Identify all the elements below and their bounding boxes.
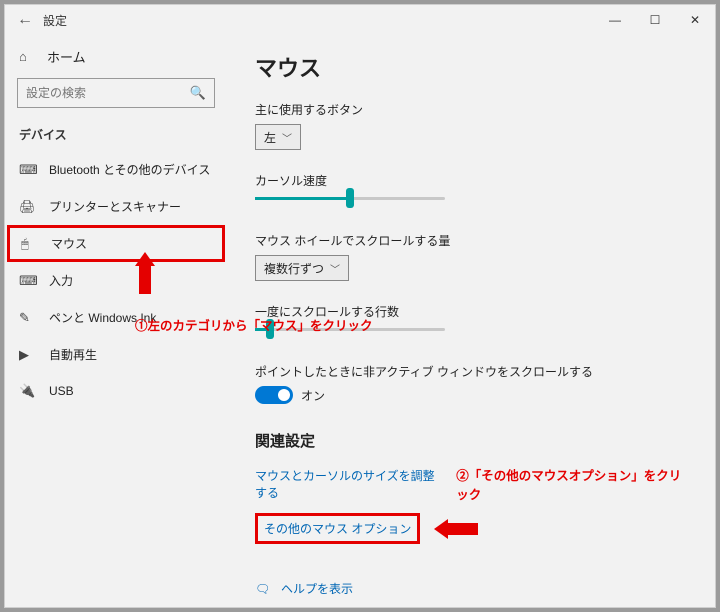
sidebar-item-autoplay[interactable]: ▶ 自動再生: [5, 336, 227, 373]
usb-icon: 🔌: [19, 383, 37, 399]
link-other-options-frame: その他のマウス オプション: [255, 513, 420, 544]
sidebar-item-label: Bluetooth とその他のデバイス: [49, 161, 210, 178]
titlebar: ← 設定 — ☐ ✕: [5, 5, 715, 35]
chevron-down-icon: ﹀: [330, 261, 340, 276]
sidebar-item-label: プリンターとスキャナー: [49, 198, 181, 215]
primary-button-label: 主に使用するボタン: [255, 101, 691, 118]
sidebar-item-label: 自動再生: [49, 346, 97, 363]
bluetooth-icon: ⌨: [19, 162, 37, 178]
help-link[interactable]: 🗨 ヘルプを表示: [255, 580, 691, 597]
related-settings-header: 関連設定: [255, 430, 691, 451]
settings-window: ← 設定 — ☐ ✕ ⌂ ホーム 🔍 デバイス ⌨ Bluetooth とその他…: [4, 4, 716, 608]
link-other-mouse-options[interactable]: その他のマウス オプション: [264, 520, 411, 537]
minimize-button[interactable]: —: [595, 5, 635, 35]
main-panel: マウス 主に使用するボタン 左 ﹀ カーソル速度 マウス ホイールでスクロールす…: [227, 35, 715, 607]
search-icon: 🔍: [190, 85, 206, 101]
cursor-speed-label: カーソル速度: [255, 172, 691, 189]
inactive-scroll-label: ポイントしたときに非アクティブ ウィンドウをスクロールする: [255, 363, 691, 380]
annotation-1: ①左のカテゴリから「マウス」をクリック: [227, 315, 373, 334]
category-header: デバイス: [5, 120, 227, 151]
link-cursor-size[interactable]: マウスとカーソルのサイズを調整する: [255, 467, 446, 501]
keyboard-icon: ⌨: [19, 273, 37, 289]
inactive-scroll-toggle[interactable]: [255, 386, 293, 404]
sidebar-item-mouse[interactable]: 🖱 マウス: [7, 225, 225, 262]
wheel-scroll-label: マウス ホイールでスクロールする量: [255, 232, 691, 249]
sidebar-item-printers[interactable]: 🖨 プリンターとスキャナー: [5, 188, 227, 225]
help-label: ヘルプを表示: [281, 580, 353, 597]
chevron-down-icon: ﹀: [282, 130, 292, 145]
mouse-icon: 🖱: [21, 236, 39, 252]
help-icon: 🗨: [255, 582, 275, 596]
autoplay-icon: ▶: [19, 347, 37, 363]
search-input[interactable]: [26, 86, 190, 100]
window-title: 設定: [39, 12, 67, 29]
slider-thumb[interactable]: [346, 188, 354, 208]
maximize-button[interactable]: ☐: [635, 5, 675, 35]
page-title: マウス: [255, 51, 691, 83]
annotation-arrow-up: [135, 252, 155, 294]
wheel-scroll-value: 複数行ずつ: [264, 260, 324, 277]
close-button[interactable]: ✕: [675, 5, 715, 35]
search-box[interactable]: 🔍: [17, 78, 215, 108]
sidebar-item-label: マウス: [51, 235, 87, 252]
annotation-arrow-left: [434, 519, 478, 539]
toggle-state: オン: [301, 387, 325, 404]
cursor-speed-slider[interactable]: [255, 197, 445, 200]
home-icon: ⌂: [19, 49, 37, 64]
sidebar-item-bluetooth[interactable]: ⌨ Bluetooth とその他のデバイス: [5, 151, 227, 188]
primary-button-value: 左: [264, 129, 276, 146]
sidebar-item-label: USB: [49, 384, 74, 398]
sidebar-item-label: 入力: [49, 272, 73, 289]
home-nav[interactable]: ⌂ ホーム: [5, 41, 227, 72]
pen-icon: ✎: [19, 310, 37, 326]
window-controls: — ☐ ✕: [595, 5, 715, 35]
wheel-scroll-select[interactable]: 複数行ずつ ﹀: [255, 255, 349, 281]
sidebar-item-usb[interactable]: 🔌 USB: [5, 373, 227, 409]
primary-button-select[interactable]: 左 ﹀: [255, 124, 301, 150]
annotation-2: ②「その他のマウスオプション」をクリック: [456, 465, 691, 503]
home-label: ホーム: [47, 47, 86, 66]
back-button[interactable]: ←: [11, 11, 39, 29]
printer-icon: 🖨: [19, 199, 37, 215]
sidebar-item-typing[interactable]: ⌨ 入力: [5, 262, 227, 299]
